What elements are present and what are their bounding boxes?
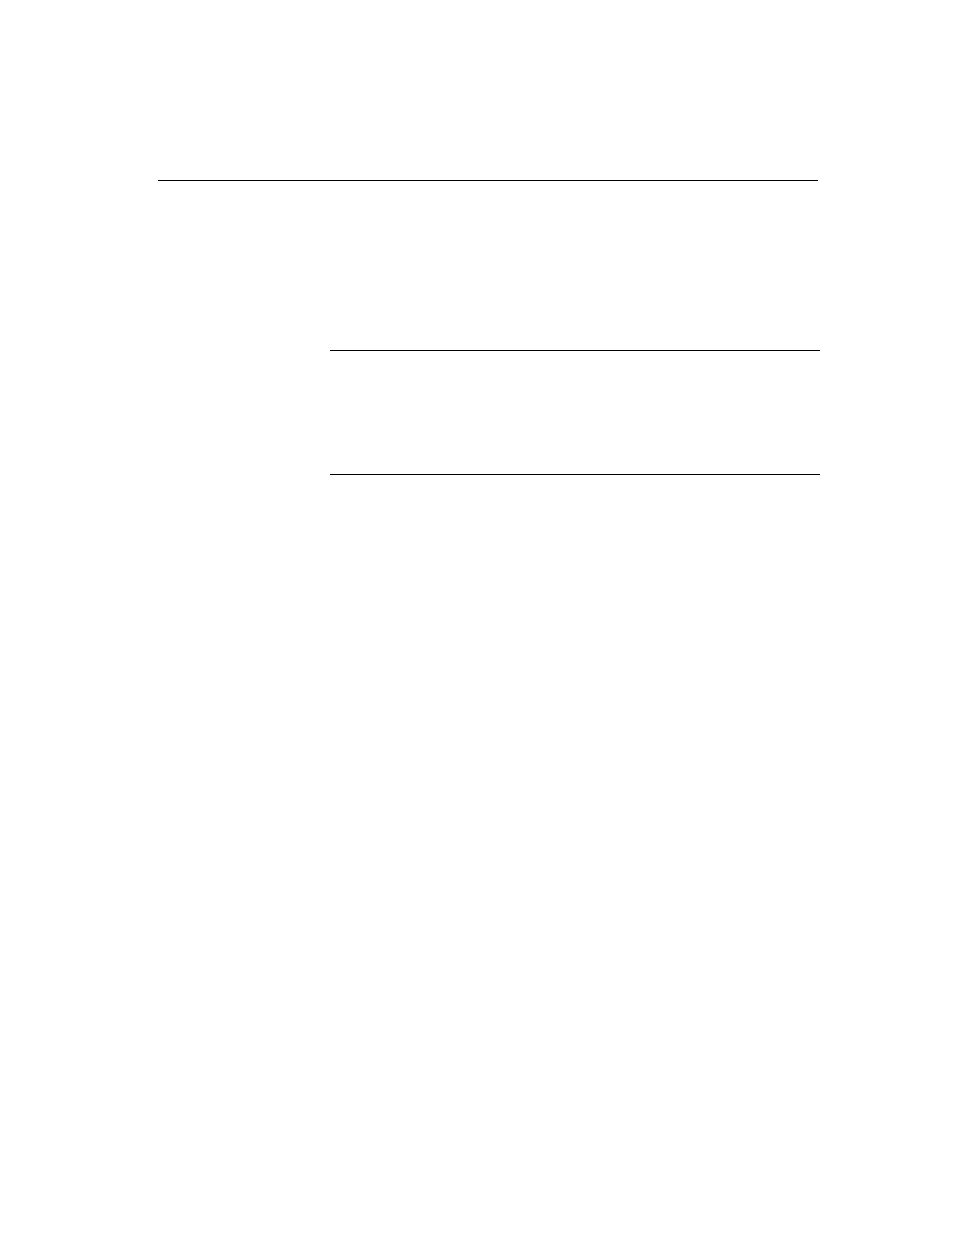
middle-rule-1 xyxy=(330,350,820,351)
top-rule xyxy=(158,180,818,181)
document-page xyxy=(0,0,954,1235)
middle-rule-2 xyxy=(330,474,820,475)
